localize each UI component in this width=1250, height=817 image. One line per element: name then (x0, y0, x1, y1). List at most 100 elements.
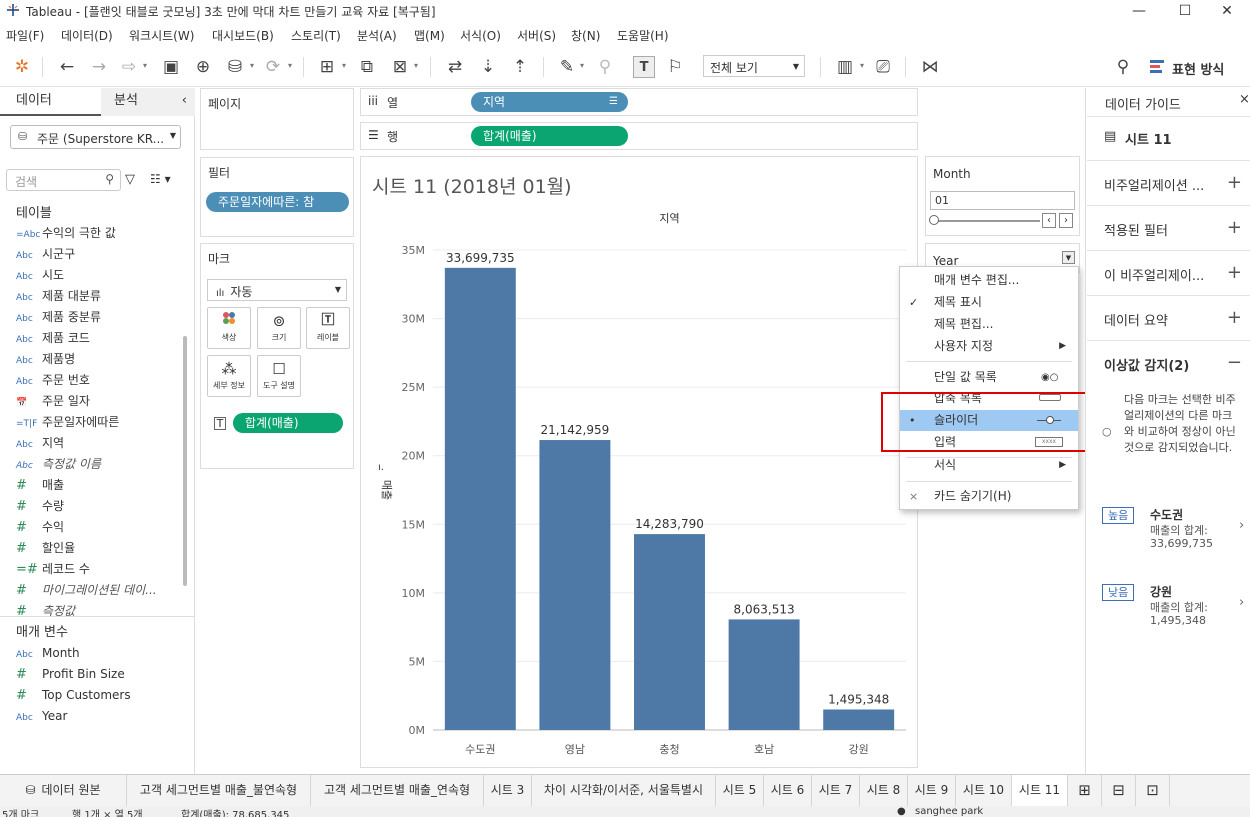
tableau-home-icon[interactable]: ✲ (11, 56, 33, 78)
clear-sheet-icon[interactable]: ⊠ (389, 56, 411, 78)
menu-show-title[interactable]: ✓ 제목 표시 (900, 292, 1078, 313)
tab-data[interactable]: 데이터 (0, 88, 101, 116)
rows-shelf[interactable]: ☰ 행 합계(매출) (360, 122, 918, 150)
new-datasource-icon[interactable]: ⊕ (192, 56, 214, 78)
collapse-pane-icon[interactable]: ‹ (182, 88, 187, 114)
field-item[interactable]: Abc 측정값 이름 (16, 454, 101, 475)
undo-icon[interactable]: ← (56, 56, 78, 78)
close-icon[interactable]: × (1239, 92, 1250, 107)
field-item[interactable]: # 마이그레이션된 데이... (16, 580, 157, 601)
field-item[interactable]: Abc 시도 (16, 265, 64, 286)
parameter-item[interactable]: # Profit Bin Size (16, 664, 125, 685)
parameter-item[interactable]: # Top Customers (16, 685, 131, 706)
filter-fields-icon[interactable]: ▽ (125, 172, 135, 187)
field-item[interactable]: Abc 시군구 (16, 244, 75, 265)
tab-sheet[interactable]: 시트 9 (908, 775, 956, 806)
section-applied-filters[interactable]: 적용된 필터 + (1087, 206, 1250, 251)
section-this-visualization[interactable]: 이 비주얼리제이... + (1087, 251, 1250, 296)
tab-sheet[interactable]: 시트 7 (812, 775, 860, 806)
menu-format[interactable]: 서식 ▶ (900, 455, 1078, 476)
sheet-title[interactable]: 시트 11 (2018년 01월) (372, 172, 572, 199)
menu-hide-card[interactable]: × 카드 숨기기(H) (900, 486, 1078, 507)
close-window-button[interactable]: ✕ (1204, 0, 1250, 22)
columns-shelf[interactable]: iii 열 지역 ☰ (360, 88, 918, 116)
pages-shelf[interactable]: 페이지 (200, 88, 354, 150)
section-outliers[interactable]: 이상값 감지(2) − (1087, 341, 1250, 386)
field-item[interactable]: Abc 제품 코드 (16, 328, 90, 349)
field-item[interactable]: # 매출 (16, 475, 64, 496)
highlight-icon[interactable]: ✎ (556, 56, 578, 78)
field-item[interactable]: # 수익 (16, 517, 64, 538)
field-item[interactable]: # 측정값 (16, 601, 75, 622)
menu-file[interactable]: 파일(F) (6, 27, 44, 44)
tab-sheet[interactable]: 시트 10 (956, 775, 1012, 806)
section-data-summary[interactable]: 데이터 요약 + (1087, 296, 1250, 341)
bar[interactable] (539, 440, 611, 730)
fix-axes-icon[interactable]: ⚐ (664, 56, 686, 78)
datasource-select[interactable]: ⛁ 주문 (Superstore KR... ▼ (10, 125, 181, 149)
tab-data-source[interactable]: ⛁ 데이터 원본 (0, 775, 127, 806)
menu-single-value-list[interactable]: 단일 값 목록 ◉○ (900, 367, 1078, 388)
tooltip-button[interactable]: ☐ 도구 설명 (257, 355, 301, 397)
mark-pill[interactable]: 합계(매출) (233, 413, 343, 433)
size-button[interactable]: ⊚ 크기 (257, 307, 301, 349)
show-me-button[interactable]: 표현 방식 (1172, 59, 1224, 78)
field-item[interactable]: # 할인율 (16, 538, 75, 559)
menu-help[interactable]: 도움말(H) (617, 27, 669, 44)
new-dashboard-icon[interactable]: ⊟ (1102, 775, 1136, 806)
menu-edit-parameter[interactable]: 매개 변수 편집... (900, 270, 1078, 291)
view-options-icon[interactable]: ☷ ▾ (150, 172, 171, 186)
minimize-button[interactable]: — (1116, 0, 1162, 22)
detail-button[interactable]: ⁂ 세부 정보 (207, 355, 251, 397)
new-worksheet-dropdown-icon[interactable]: ▾ (342, 61, 346, 70)
refresh-dropdown-icon[interactable]: ▾ (288, 61, 292, 70)
tab-sheet[interactable]: 고객 세그먼트별 매출_불연속형 (127, 775, 311, 806)
month-next-button[interactable]: › (1059, 213, 1073, 228)
month-value-input[interactable]: 01 (930, 191, 1075, 210)
chevron-right-icon[interactable]: › (1239, 518, 1244, 533)
replay-dropdown-icon[interactable]: ▾ (143, 61, 147, 70)
field-item[interactable]: Abc 지역 (16, 433, 64, 454)
menu-window[interactable]: 창(N) (571, 27, 600, 44)
clear-dropdown-icon[interactable]: ▾ (414, 61, 418, 70)
show-labels-icon[interactable]: T (633, 56, 655, 78)
field-item[interactable]: # 수량 (16, 496, 64, 517)
filter-pill[interactable]: 주문일자에따른: 참 (206, 192, 349, 212)
replay-icon[interactable]: ⇨ (118, 56, 140, 78)
field-list-scrollbar[interactable] (183, 336, 187, 586)
field-item[interactable]: 📅 주문 일자 (16, 391, 90, 412)
sort-ascending-icon[interactable]: ⇣ (477, 56, 499, 78)
highlight-dropdown-icon[interactable]: ▾ (580, 61, 584, 70)
bar[interactable] (634, 534, 705, 730)
field-item[interactable]: Abc 제품명 (16, 349, 75, 370)
parameter-item[interactable]: Abc Month (16, 643, 80, 664)
parameter-item[interactable]: Abc Year (16, 706, 67, 727)
columns-pill[interactable]: 지역 ☰ (471, 92, 628, 112)
field-item[interactable]: =T|F 주문일자에따른 (16, 412, 119, 433)
menu-story[interactable]: 스토리(T) (291, 27, 341, 44)
status-user[interactable]: sanghee park (915, 806, 983, 817)
new-worksheet-icon[interactable]: ⊞ (316, 56, 338, 78)
color-button[interactable]: 색상 (207, 307, 251, 349)
field-item[interactable]: Abc 주문 번호 (16, 370, 90, 391)
menu-map[interactable]: 맵(M) (414, 27, 445, 44)
field-item[interactable]: =Abc 수익의 극한 값 (16, 223, 116, 244)
pin-icon[interactable]: ⚲ (1112, 56, 1134, 78)
redo-icon[interactable]: → (88, 56, 110, 78)
mark-type-select[interactable]: ılı 자동 ▼ (207, 279, 347, 301)
bar[interactable] (444, 267, 516, 730)
swap-rows-columns-icon[interactable]: ⇄ (444, 56, 466, 78)
maximize-button[interactable]: ☐ (1162, 0, 1208, 22)
card-menu-button[interactable]: ▼ (1062, 251, 1075, 264)
field-search-input[interactable]: 검색 ⚲ (6, 169, 121, 191)
high-outlier-name[interactable]: 수도권 (1150, 506, 1183, 523)
sort-descending-icon[interactable]: ⇡ (509, 56, 531, 78)
tab-sheet-active[interactable]: 시트 11 (1012, 775, 1068, 806)
new-story-icon[interactable]: ⊡ (1136, 775, 1170, 806)
presentation-mode-icon[interactable]: ⎚ (872, 56, 894, 78)
duplicate-sheet-icon[interactable]: ⧉ (356, 56, 378, 78)
menu-edit-title[interactable]: 제목 편집... (900, 314, 1078, 335)
bar[interactable] (823, 709, 895, 730)
menu-worksheet[interactable]: 워크시트(W) (129, 27, 194, 44)
menu-analysis[interactable]: 분석(A) (357, 27, 397, 44)
